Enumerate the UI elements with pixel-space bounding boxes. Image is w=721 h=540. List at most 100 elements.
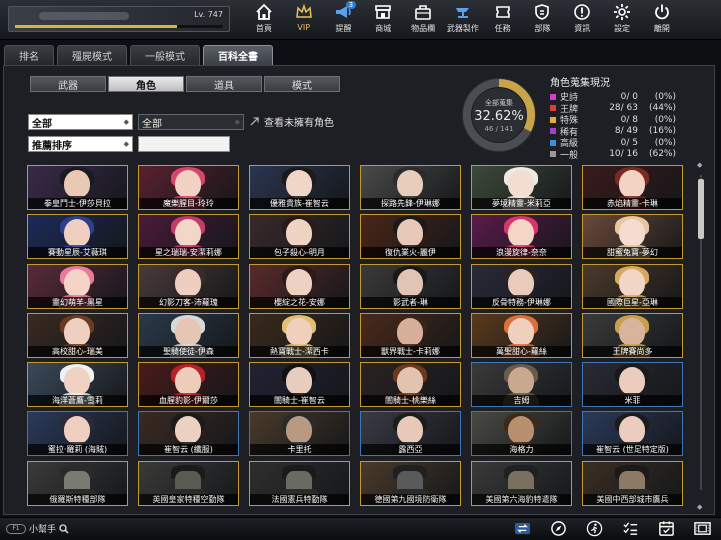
player-profile[interactable]: Lv. 747	[8, 6, 230, 32]
character-card[interactable]: 美國中西部城市鷹兵	[582, 460, 683, 506]
character-name: 蜜拉·羅莉 (海賊)	[28, 444, 127, 456]
rarity-percent: (44%)	[648, 103, 676, 114]
character-card[interactable]: 英國皇家特種空勤隊	[138, 460, 239, 506]
nav-shop[interactable]: 商城	[363, 0, 403, 40]
helper-button[interactable]: F1 小幫手	[6, 522, 69, 535]
calendar-icon[interactable]	[658, 520, 675, 537]
show-unowned-toggle[interactable]: 查看未擁有角色	[250, 114, 334, 129]
character-card[interactable]: 吉姆	[471, 362, 572, 408]
character-card[interactable]: 反骨特務-伊琳娜	[471, 263, 572, 309]
scroll-up-icon[interactable]: ◆	[697, 161, 702, 169]
nav-vip-label: VIP	[297, 23, 311, 32]
character-card[interactable]: 星之瑞瑞-安潔莉娜	[138, 214, 239, 260]
character-card[interactable]: 海洋蒼鷹-雪莉	[27, 362, 128, 408]
rarity-swatch	[550, 93, 556, 100]
category-tab-0[interactable]: 武器	[30, 76, 106, 92]
character-card[interactable]: 赤焰精靈-卡琳	[582, 165, 683, 210]
run-icon[interactable]	[586, 520, 603, 537]
filter-select-type[interactable]: 全部 ◆	[28, 114, 133, 130]
rarity-count: 0/ 5	[620, 137, 638, 148]
main-tab-0[interactable]: 排名	[4, 45, 54, 65]
character-card[interactable]: 卡里托	[249, 411, 350, 457]
swap-icon[interactable]	[514, 520, 531, 537]
character-card[interactable]: 優雅貴族-崔智云	[249, 165, 350, 210]
character-card[interactable]: 魔樂腥目-玲玲	[138, 165, 239, 210]
character-card[interactable]: 影武者-琳	[360, 263, 461, 309]
bottom-bar: F1 小幫手	[0, 517, 721, 540]
character-card[interactable]: 拳皇鬥士-伊莎貝拉	[27, 165, 128, 210]
sort-select[interactable]: 推薦排序 ◆	[28, 136, 133, 152]
character-card[interactable]: 俄羅斯特種部隊	[27, 460, 128, 506]
category-tab-3[interactable]: 模式	[264, 76, 340, 92]
character-card[interactable]: 法國憲兵特勤隊	[249, 460, 350, 506]
character-name: 甜蜜兔寶-夢幻	[583, 247, 682, 259]
character-card[interactable]: 露西亞	[360, 411, 461, 457]
character-card[interactable]: 海格力	[471, 411, 572, 457]
character-name: 米菲	[583, 395, 682, 407]
search-input[interactable]	[138, 136, 230, 152]
character-card[interactable]: 甜蜜兔寶-夢幻	[582, 214, 683, 260]
nav-craft[interactable]: 武器製作	[443, 0, 483, 40]
character-card[interactable]: 蜜拉·羅莉 (海賊)	[27, 411, 128, 457]
character-card[interactable]: 闇騎士-桃樂絲	[360, 362, 461, 408]
character-card[interactable]: 美國第六海豹特遣隊	[471, 460, 572, 506]
scroll-down-icon[interactable]: ◆	[697, 503, 702, 511]
character-card[interactable]: 包子殺心-明月	[249, 214, 350, 260]
main-tab-3[interactable]: 百科全書	[203, 45, 273, 65]
nav-mission[interactable]: 任務	[483, 0, 523, 40]
character-card[interactable]: 靈幻萌羊-黑星	[27, 263, 128, 309]
nav-settings[interactable]: 設定	[602, 0, 642, 40]
grid-scrollbar[interactable]: ◆ ◆	[697, 161, 704, 511]
character-card[interactable]: 聖騎使徒-伊森	[138, 312, 239, 358]
filter-select-class[interactable]: 全部 ◆	[138, 114, 244, 130]
character-card[interactable]: 賽動星辰-艾薇琪	[27, 214, 128, 260]
rarity-count: 28/ 63	[609, 103, 638, 114]
search-icon	[59, 523, 69, 534]
nav-vip[interactable]: VIP	[284, 0, 324, 40]
character-card[interactable]: 獸界戰士-卡莉娜	[360, 312, 461, 358]
character-card[interactable]: 復仇業火-麗伊	[360, 214, 461, 260]
top-bar: Lv. 747 首頁 VIP 提醒 3 商城 物品欄 武器製作 任務 部隊 資訊 設定 離開	[0, 0, 721, 40]
character-name: 魔樂腥目-玲玲	[139, 198, 238, 209]
scroll-thumb[interactable]	[698, 179, 704, 239]
checklist-icon[interactable]	[622, 520, 639, 537]
character-card[interactable]: 王牌賽尚多	[582, 312, 683, 358]
category-tab-1[interactable]: 角色	[108, 76, 184, 92]
nav-home[interactable]: 首頁	[244, 0, 284, 40]
rarity-swatch	[550, 151, 556, 158]
nav-home-label: 首頁	[255, 24, 272, 33]
nav-inventory[interactable]: 物品欄	[403, 0, 443, 40]
character-card[interactable]: 崔智云 (纖服)	[138, 411, 239, 457]
nav-clan[interactable]: 部隊	[523, 0, 563, 40]
main-tab-1[interactable]: 殭屍模式	[57, 45, 127, 65]
rarity-percent: (62%)	[648, 149, 676, 160]
character-card[interactable]: 血腥豹影-伊爾莎	[138, 362, 239, 408]
nav-exit[interactable]: 離開	[642, 0, 682, 40]
character-card[interactable]: 米菲	[582, 362, 683, 408]
main-nav: 首頁 VIP 提醒 3 商城 物品欄 武器製作 任務 部隊 資訊 設定 離開	[244, 0, 682, 40]
character-card[interactable]: 浪漫旋律-奈奈	[471, 214, 572, 260]
compass-icon[interactable]	[550, 520, 567, 537]
category-tab-2[interactable]: 道具	[186, 76, 262, 92]
nav-info[interactable]: 資訊	[562, 0, 602, 40]
character-card[interactable]: 德國第九國境防衛隊	[360, 460, 461, 506]
collection-summary: 全部蒐集 32.62% 46 / 141	[458, 74, 540, 156]
helper-label: 小幫手	[29, 525, 57, 535]
film-icon[interactable]	[694, 520, 711, 537]
character-card[interactable]: 闇騎士-崔智云	[249, 362, 350, 408]
character-card[interactable]: 探路先鋒-伊琳娜	[360, 165, 461, 210]
nav-inventory-label: 物品欄	[411, 24, 436, 33]
rarity-percent: (0%)	[654, 91, 676, 102]
character-name: 闇騎士-桃樂絲	[361, 395, 460, 407]
collection-center-title: 全部蒐集	[485, 98, 513, 107]
main-tab-2[interactable]: 一般模式	[130, 45, 200, 65]
character-card[interactable]: 高校甜心-瑞美	[27, 312, 128, 358]
character-card[interactable]: 夢境精靈-米莉亞	[471, 165, 572, 210]
character-card[interactable]: 國際巨星-亞琳	[582, 263, 683, 309]
character-card[interactable]: 崔智云 (世足特定版)	[582, 411, 683, 457]
character-card[interactable]: 熱寶戰士-潔西卡	[249, 312, 350, 358]
character-card[interactable]: 萬聖甜心-蘿絲	[471, 312, 572, 358]
nav-announce[interactable]: 提醒 3	[324, 0, 364, 40]
character-card[interactable]: 幻影刀客-沛蘿瑰	[138, 263, 239, 309]
character-card[interactable]: 櫻綻之花-安娜	[249, 263, 350, 309]
